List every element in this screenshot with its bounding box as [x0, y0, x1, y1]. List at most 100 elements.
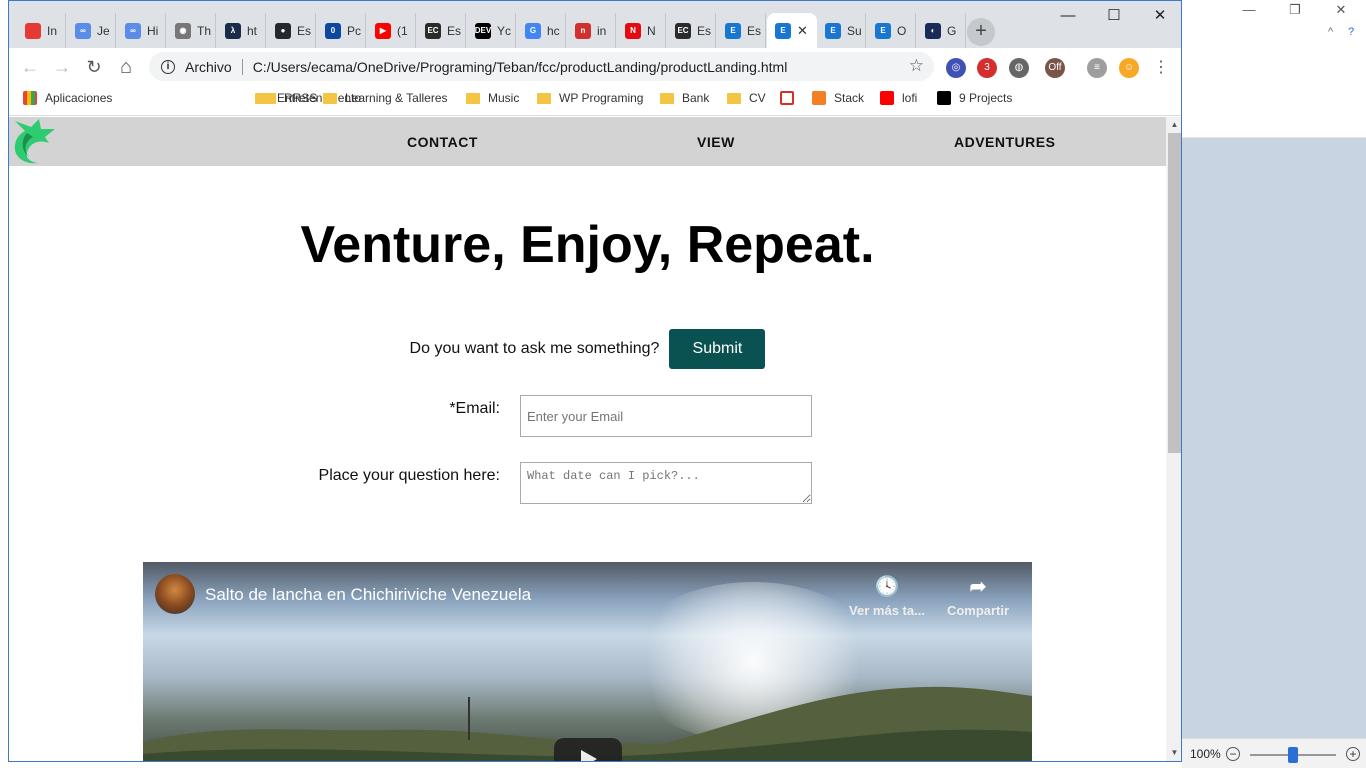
bg-close-button[interactable]: ✕ [1326, 2, 1356, 18]
email-field[interactable] [520, 395, 812, 437]
bookmark-2[interactable]: RRSS [262, 91, 317, 105]
bookmark-star-icon[interactable]: ☆ [909, 56, 924, 76]
tab-10[interactable]: Ghc [517, 13, 566, 48]
tab-15[interactable]: E ✕ [767, 13, 817, 48]
background-window-body [1182, 138, 1366, 738]
home-button[interactable]: ⌂ [115, 56, 137, 78]
tab-2[interactable]: ∞ Hi [117, 13, 166, 48]
submit-button[interactable]: Submit [669, 329, 766, 369]
nav-link-adventures[interactable]: ADVENTURES [954, 134, 1055, 150]
help-icon[interactable]: ? [1348, 26, 1354, 38]
bookmark-7[interactable]: CV [727, 91, 766, 105]
tab-label: Je [97, 23, 110, 38]
page-viewport: CONTACT VIEW ADVENTURES Venture, Enjoy, … [9, 117, 1166, 761]
tab-label: Es [297, 23, 312, 38]
bookmark-0[interactable]: Aplicaciones [23, 91, 112, 105]
zoom-slider-thumb[interactable] [1288, 747, 1298, 763]
close-window-button[interactable]: ✕ [1137, 1, 1181, 31]
tab-label: Hi [147, 23, 159, 38]
tab-7[interactable]: ▶ (1 [367, 13, 416, 48]
folder-icon [323, 92, 337, 104]
watch-later-button[interactable]: 🕓 Ver más ta... [847, 574, 927, 618]
tab-4[interactable]: λ ht [217, 13, 266, 48]
scheme-label: Archivo [185, 58, 232, 75]
extension-2-icon[interactable]: 3 [977, 58, 997, 78]
channel-avatar[interactable] [155, 574, 195, 614]
site-navbar: CONTACT VIEW ADVENTURES [9, 117, 1166, 166]
chevron-up-icon[interactable]: ^ [1328, 26, 1333, 38]
info-icon[interactable]: i [161, 59, 175, 74]
tab-18[interactable]: ◐ G [917, 13, 966, 48]
address-bar[interactable]: i Archivo C:/Users/ecama/OneDrive/Progra… [149, 52, 934, 81]
tab-label: In [47, 23, 58, 38]
bookmark-5[interactable]: WP Programing [537, 91, 643, 105]
video-title[interactable]: Salto de lancha en Chichiriviche Venezue… [205, 585, 531, 605]
tab-16[interactable]: E Su [817, 13, 866, 48]
bookmark-3[interactable]: Learning & Talleres [323, 91, 448, 105]
bg-restore-button[interactable]: ❐ [1280, 2, 1310, 18]
bookmark-11[interactable]: 9 Projects [937, 91, 1012, 105]
video-embed[interactable]: Salto de lancha en Chichiriviche Venezue… [143, 562, 1032, 761]
bookmark-9[interactable]: Stack [812, 91, 864, 105]
extension-3-icon[interactable]: ◍ [1009, 58, 1029, 78]
tab-9[interactable]: DEV Yc [467, 13, 516, 48]
tab-11[interactable]: n in [567, 13, 616, 48]
tab-favicon-icon: n [575, 22, 591, 39]
close-tab-icon[interactable]: ✕ [797, 23, 808, 39]
tab-1[interactable]: ∞ Je [67, 13, 116, 48]
question-textarea[interactable] [520, 462, 812, 504]
tab-0[interactable]: In [17, 13, 66, 48]
hero-title: Venture, Enjoy, Repeat. [300, 216, 875, 274]
bookmark-4[interactable]: Music [466, 91, 519, 105]
bookmark-10[interactable]: lofi [880, 91, 917, 105]
share-button[interactable]: ➦ Compartir [938, 574, 1018, 618]
tab-17[interactable]: EO [867, 13, 916, 48]
tab-label: Th [197, 23, 212, 38]
nav-link-contact[interactable]: CONTACT [407, 134, 478, 150]
tab-favicon-icon: E [775, 22, 791, 39]
folder-icon [727, 92, 741, 104]
play-button[interactable] [554, 738, 622, 761]
extension-6-icon[interactable]: ☺ [1119, 58, 1139, 78]
nav-link-view[interactable]: VIEW [697, 134, 735, 150]
ask-row: Do you want to ask me something? Submit [9, 329, 1166, 369]
scrollbar-thumb[interactable] [1168, 133, 1181, 453]
folder-icon [537, 92, 551, 104]
tab-14[interactable]: E Es [717, 13, 766, 48]
maximize-button[interactable]: ☐ [1091, 1, 1137, 31]
extension-1-icon[interactable]: ◎ [946, 58, 966, 78]
new-tab-button[interactable]: + [967, 18, 995, 46]
tab-13[interactable]: EC Es [667, 13, 716, 48]
browser-toolbar: ← → ↻ ⌂ i Archivo C:/Users/ecama/OneDriv… [9, 48, 1181, 86]
extension-5-icon[interactable]: ≡ [1087, 58, 1107, 78]
scroll-up-icon[interactable]: ▲ [1166, 120, 1181, 129]
tab-6[interactable]: 0 Pc [317, 13, 366, 48]
bookmark-label: lofi [902, 91, 918, 105]
bg-minimize-button[interactable]: — [1234, 2, 1264, 17]
page-scrollbar[interactable]: ▲ ▼ [1166, 117, 1181, 761]
tab-favicon-icon: E [725, 22, 741, 39]
browser-window: In ∞ Je ∞ Hi ◉ Th λ ht ● Es 0 Pc ▶ (1 EC Es DEV Yc Ghc n in N N… [8, 0, 1182, 762]
tab-label: O [897, 23, 907, 38]
forward-button[interactable]: → [51, 56, 73, 78]
tab-5[interactable]: ● Es [267, 13, 316, 48]
youtube-icon [880, 91, 894, 105]
folder-icon [262, 92, 276, 104]
bookmark-6[interactable]: Bank [660, 91, 709, 105]
bookmark-label: CV [749, 91, 766, 105]
menu-icon[interactable]: ⋮ [1151, 58, 1171, 78]
tab-favicon-icon: 0 [325, 22, 341, 39]
scroll-down-icon[interactable]: ▼ [1166, 748, 1181, 757]
minimize-button[interactable]: — [1045, 1, 1091, 31]
tab-8[interactable]: EC Es [417, 13, 466, 48]
tab-12[interactable]: NN [617, 13, 666, 48]
zoom-in-button[interactable]: + [1346, 747, 1360, 761]
url-text[interactable]: C:/Users/ecama/OneDrive/Programing/Teban… [253, 59, 788, 75]
site-logo-icon[interactable] [9, 117, 57, 165]
tab-3[interactable]: ◉ Th [167, 13, 216, 48]
bookmark-8[interactable] [780, 91, 802, 105]
extension-4-icon[interactable]: Off [1045, 58, 1065, 78]
back-button[interactable]: ← [19, 56, 41, 78]
zoom-out-button[interactable]: − [1226, 747, 1240, 761]
reload-button[interactable]: ↻ [83, 56, 105, 78]
